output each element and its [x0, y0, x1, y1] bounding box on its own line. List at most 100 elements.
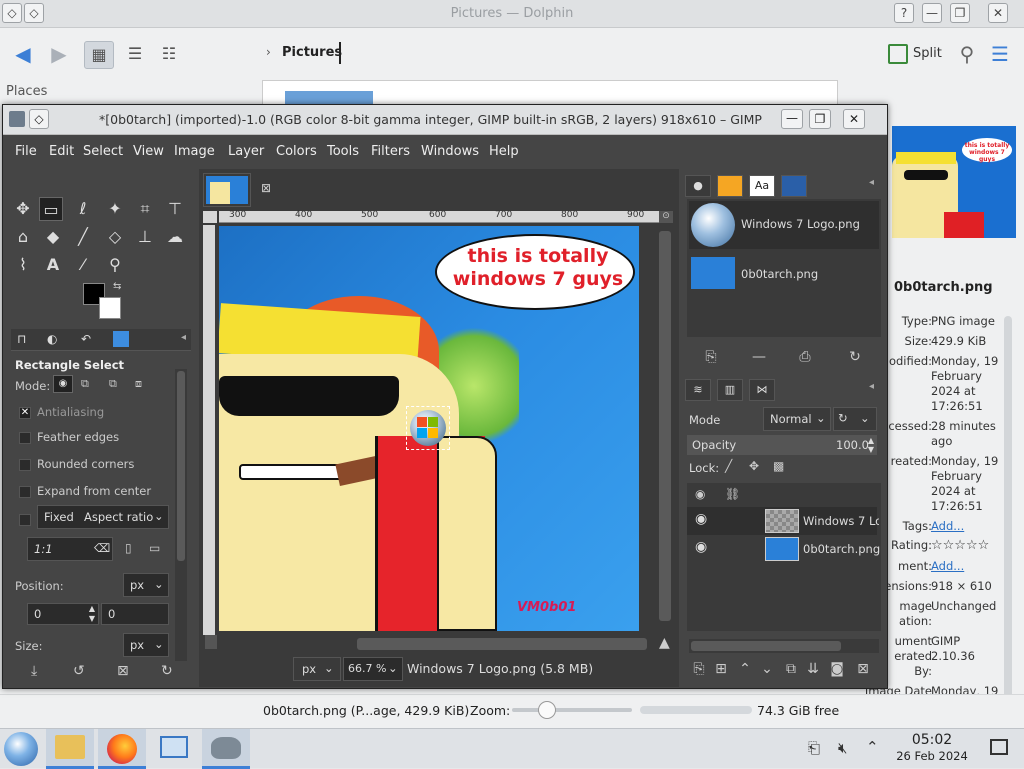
- info-scrollbar[interactable]: [1004, 316, 1012, 716]
- task-gimp[interactable]: [202, 729, 250, 769]
- navigate-icon[interactable]: ▲: [659, 635, 670, 651]
- save-options-icon[interactable]: ⤓: [31, 663, 37, 679]
- keep-above-icon[interactable]: ◇: [29, 109, 49, 129]
- reset-options-icon[interactable]: ↻: [161, 663, 173, 679]
- tab-menu-icon[interactable]: ◂: [869, 381, 874, 392]
- expand-from-center-checkbox[interactable]: [19, 486, 31, 498]
- zoom-to-fit-icon[interactable]: ⊙: [659, 211, 673, 223]
- image-canvas[interactable]: this is totally windows 7 guys VM0b01: [219, 226, 639, 631]
- list-item[interactable]: 0b0tarch.png: [689, 255, 879, 295]
- lock-alpha-icon[interactable]: ▩: [773, 459, 784, 473]
- clock-time[interactable]: 05:02: [894, 732, 970, 748]
- delete-layer-icon[interactable]: ⊠: [853, 661, 873, 677]
- menu-layer[interactable]: Layer: [228, 144, 264, 159]
- icons-view-icon[interactable]: ▦: [84, 41, 114, 69]
- raise-view-icon[interactable]: ⎘: [701, 349, 721, 365]
- task-firefox[interactable]: [98, 729, 146, 769]
- rating-stars[interactable]: ☆☆☆☆☆: [931, 538, 1011, 553]
- lock-pixels-icon[interactable]: ╱: [725, 459, 732, 473]
- compact-view-icon[interactable]: ☰: [120, 41, 150, 67]
- refresh-icon[interactable]: ↻: [845, 349, 865, 365]
- menu-help[interactable]: Help: [489, 144, 519, 159]
- warp-tool-icon[interactable]: ⌂: [11, 225, 35, 249]
- zoom-slider[interactable]: [512, 708, 632, 712]
- forward-arrow-icon[interactable]: ▶: [44, 41, 74, 67]
- new-group-icon[interactable]: ⊞: [711, 661, 731, 677]
- brushes-tab-icon[interactable]: ●: [685, 175, 711, 197]
- rounded-corners-checkbox[interactable]: [19, 459, 31, 471]
- text-tool-icon[interactable]: A: [41, 253, 65, 277]
- volume-muted-icon[interactable]: 🔇︎: [838, 739, 847, 757]
- zoom-slider-handle[interactable]: [538, 701, 556, 719]
- list-item[interactable]: Windows 7 Logo.png: [689, 201, 879, 249]
- channels-tab-icon[interactable]: ▥: [717, 379, 743, 401]
- device-status-tab-icon[interactable]: ◐: [47, 332, 57, 346]
- new-display-icon[interactable]: ⎙: [795, 349, 815, 365]
- antialiasing-checkbox[interactable]: ✕: [19, 407, 31, 419]
- maximize-icon[interactable]: ❐: [809, 109, 831, 129]
- minimize-icon[interactable]: —: [922, 3, 942, 23]
- new-layer-icon[interactable]: ⎘: [689, 661, 709, 677]
- lower-layer-icon[interactable]: ⌄: [757, 661, 777, 677]
- unit-dropdown[interactable]: px ⌄: [293, 657, 341, 681]
- maximize-icon[interactable]: ❐: [950, 3, 970, 23]
- layer-mask-icon[interactable]: ◙: [827, 661, 847, 677]
- search-icon[interactable]: ⚲: [955, 41, 979, 67]
- layer-row[interactable]: ◉ Windows 7 Logo: [687, 507, 879, 535]
- layer-mode-dropdown[interactable]: Normal ⌄: [763, 407, 831, 431]
- restore-options-icon[interactable]: ↺: [73, 663, 85, 679]
- show-desktop-icon[interactable]: [990, 739, 1008, 755]
- menu-image[interactable]: Image: [174, 144, 215, 159]
- zoom-dropdown[interactable]: 66.7 % ⌄: [343, 657, 403, 681]
- image-tab-thumbnail[interactable]: [203, 173, 251, 207]
- fixed-dropdown[interactable]: Fixed Aspect ratio ⌄: [37, 505, 169, 529]
- close-icon[interactable]: ✕: [843, 109, 865, 129]
- menu-edit[interactable]: Edit: [49, 144, 74, 159]
- fixed-checkbox[interactable]: [19, 514, 31, 526]
- delete-image-icon[interactable]: —: [749, 349, 769, 365]
- back-arrow-icon[interactable]: ◀: [8, 41, 38, 67]
- rect-select-tool-icon[interactable]: ▭: [39, 197, 63, 221]
- merge-layer-icon[interactable]: ⇊: [803, 661, 823, 677]
- position-x-input[interactable]: 0 ▲ ▼: [27, 603, 99, 625]
- menu-colors[interactable]: Colors: [276, 144, 317, 159]
- position-y-input[interactable]: 0: [101, 603, 169, 625]
- split-button[interactable]: Split: [913, 46, 942, 61]
- task-system-settings[interactable]: [150, 729, 198, 769]
- portrait-icon[interactable]: ▯: [125, 541, 132, 555]
- smudge-tool-icon[interactable]: ☁: [163, 225, 187, 249]
- horizontal-scrollbar[interactable]: [219, 635, 659, 653]
- help-icon[interactable]: ?: [894, 3, 914, 23]
- paintbrush-tool-icon[interactable]: ╱: [71, 225, 95, 249]
- unified-transform-tool-icon[interactable]: ⊤: [163, 197, 187, 221]
- free-select-tool-icon[interactable]: ℓ: [71, 197, 95, 221]
- undo-history-tab-icon[interactable]: ↶: [81, 332, 91, 346]
- composite-mode-dropdown[interactable]: ↻ ⌄: [833, 407, 877, 431]
- opacity-slider[interactable]: Opacity 100.0 ▲ ▼: [687, 435, 877, 455]
- crop-tool-icon[interactable]: ⌗: [133, 197, 157, 221]
- color-picker-tool-icon[interactable]: ⁄: [71, 253, 95, 277]
- fonts-tab-icon[interactable]: Aa: [749, 175, 775, 197]
- tool-options-tab-icon[interactable]: ⊓: [17, 332, 26, 346]
- lock-position-icon[interactable]: ✥: [749, 459, 759, 473]
- menu-tools[interactable]: Tools: [327, 144, 359, 159]
- task-dolphin[interactable]: [46, 729, 94, 769]
- tab-menu-icon[interactable]: ◂: [181, 332, 186, 343]
- split-icon[interactable]: [888, 44, 908, 64]
- fuzzy-select-tool-icon[interactable]: ✦: [103, 197, 127, 221]
- layers-scrollbar[interactable]: [689, 639, 879, 653]
- paths-tab-icon[interactable]: ⋈: [749, 379, 775, 401]
- add-tags-link[interactable]: Add...: [931, 519, 1003, 534]
- tray-expand-icon[interactable]: ⌃: [866, 738, 879, 756]
- quick-mask-icon[interactable]: [205, 635, 217, 649]
- images-tab-icon[interactable]: [781, 175, 807, 197]
- menu-windows[interactable]: Windows: [421, 144, 479, 159]
- layers-tab-icon[interactable]: ≋: [685, 379, 711, 401]
- close-image-tab-icon[interactable]: ⊠: [261, 181, 271, 195]
- mode-add-icon[interactable]: ⧉: [81, 377, 89, 391]
- swap-colors-icon[interactable]: ⇆: [113, 281, 121, 292]
- add-comment-link[interactable]: Add...: [931, 559, 1003, 574]
- duplicate-layer-icon[interactable]: ⧉: [781, 661, 801, 677]
- menu-view[interactable]: View: [133, 144, 164, 159]
- landscape-icon[interactable]: ▭: [149, 541, 160, 555]
